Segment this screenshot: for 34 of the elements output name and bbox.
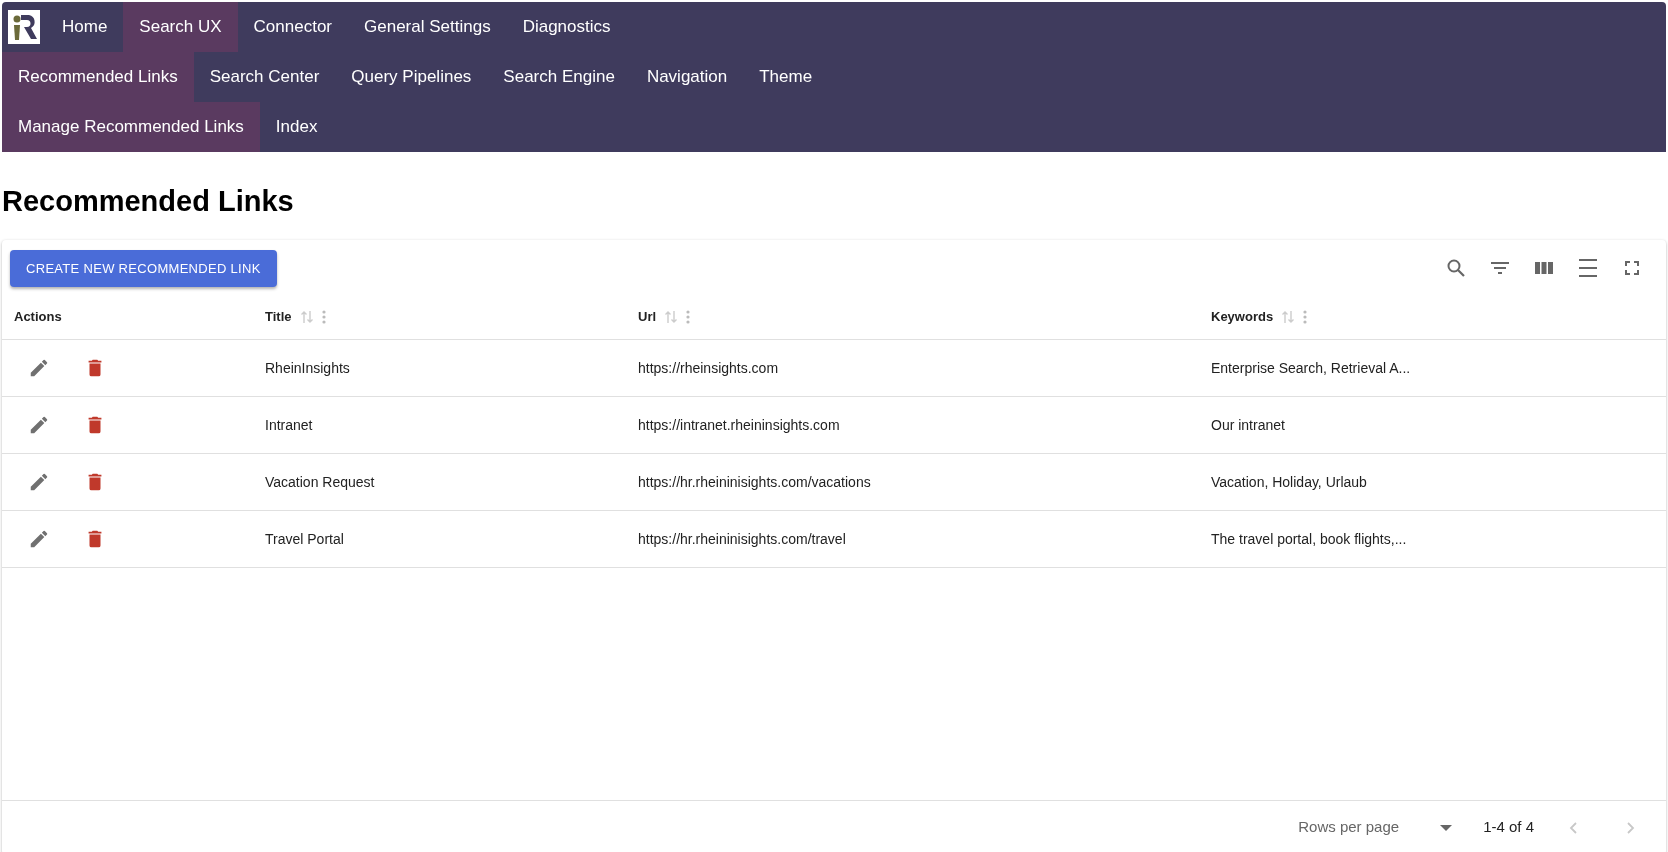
table-cell-text: RheinInsights: [264, 358, 351, 378]
table-cell-text: https://hr.rheininisights.com/travel: [637, 529, 847, 549]
column-header: Title: [265, 308, 292, 327]
table-cell-text: https://rheinsights.com: [637, 358, 780, 378]
nav-tab[interactable]: Connector: [237, 2, 348, 52]
nav-tab[interactable]: General Settings: [348, 2, 507, 52]
nav-tab[interactable]: Navigation: [630, 52, 744, 102]
column-header: Keywords: [1211, 308, 1274, 327]
nav-tab[interactable]: Home: [46, 2, 124, 52]
nav-tab[interactable]: Diagnostics: [506, 2, 627, 52]
rows-per-page-label: Rows per page: [1298, 817, 1400, 838]
nav-tab[interactable]: Query Pipelines: [335, 52, 488, 102]
nav-tab[interactable]: Manage Recommended Links: [2, 102, 260, 152]
table-cell-text: Intranet: [264, 415, 314, 435]
table-cell-text: https://intranet.rheininsights.com: [637, 415, 841, 435]
nav-tab[interactable]: Search Engine: [487, 52, 631, 102]
table-cell-text: Vacation Request: [264, 472, 376, 492]
table-cell-text: Enterprise Search, Retrieval A...: [1210, 358, 1412, 378]
column-header: Url: [638, 308, 657, 327]
page-range: 1-4 of 4: [1483, 817, 1534, 838]
logo-icon: [8, 10, 40, 44]
page-title: Recommended Links: [2, 184, 295, 219]
nav-tab[interactable]: Search UX: [123, 2, 238, 52]
create-button[interactable]: CREATE NEW RECOMMENDED LINK: [10, 249, 277, 287]
nav-tab[interactable]: Recommended Links: [2, 52, 194, 102]
table-cell-text: Travel Portal: [264, 529, 345, 549]
nav-tab[interactable]: Search Center: [193, 52, 336, 102]
table-cell-text: https://hr.rheininisights.com/vacations: [637, 472, 872, 492]
table-cell-text: Vacation, Holiday, Urlaub: [1210, 472, 1368, 492]
nav-tab[interactable]: Theme: [743, 52, 829, 102]
nav-tab[interactable]: Index: [259, 102, 334, 152]
table-cell-text: The travel portal, book flights,...: [1210, 529, 1408, 549]
table-cell-text: Our intranet: [1210, 415, 1286, 435]
column-header: Actions: [14, 308, 62, 327]
